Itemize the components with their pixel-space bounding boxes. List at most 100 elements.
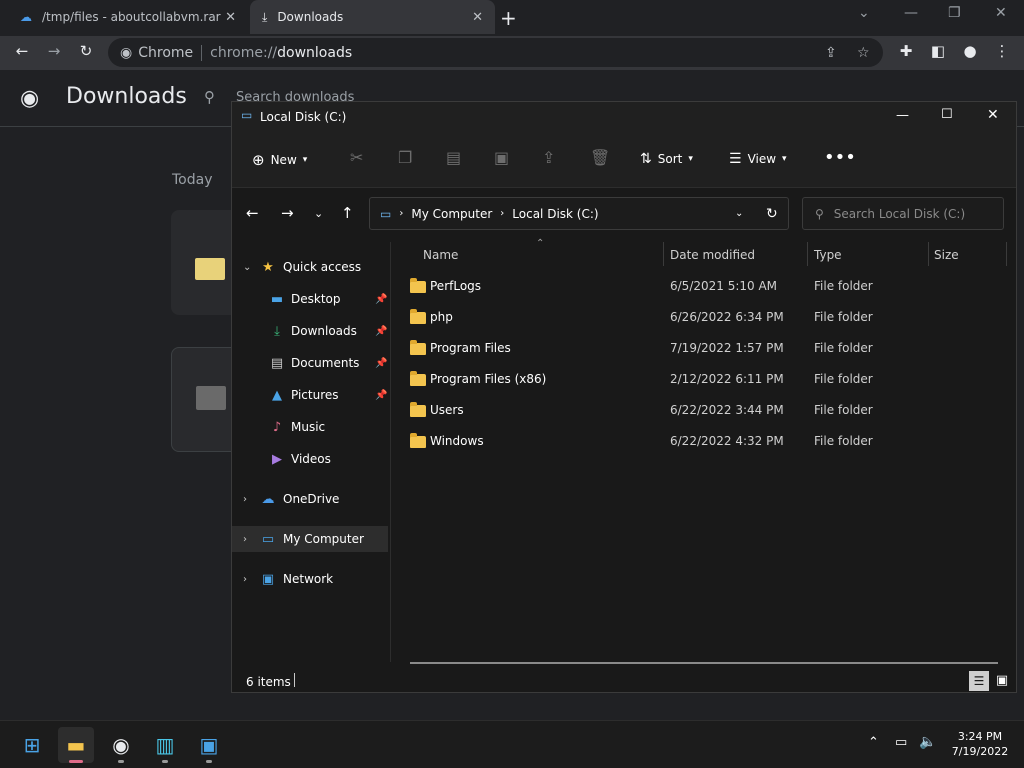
close-window-icon[interactable]: ✕ — [995, 5, 1007, 21]
rename-icon[interactable]: ▣ — [494, 148, 509, 167]
table-row[interactable]: Windows 6/22/2022 4:32 PM File folder — [410, 426, 1000, 457]
chevron-down-icon[interactable]: ⌄ — [243, 262, 251, 273]
back-icon[interactable]: ← — [12, 42, 32, 60]
forward-icon[interactable]: → — [281, 204, 294, 222]
table-row[interactable]: Users 6/22/2022 3:44 PM File folder — [410, 395, 1000, 426]
start-icon[interactable]: ⊞ — [14, 727, 50, 763]
profile-icon[interactable]: ● — [960, 42, 980, 60]
tiles-view-icon[interactable]: ▣ — [992, 671, 1012, 691]
chevron-down-icon[interactable]: ⌄ — [735, 208, 743, 219]
share-icon[interactable]: ⇪ — [542, 148, 555, 167]
share-icon[interactable]: ⇪ — [825, 45, 837, 61]
pin-icon[interactable]: 📌 — [375, 326, 387, 337]
page-title: Downloads — [66, 84, 187, 109]
nav-quick-access[interactable]: ⌄ ★ Quick access — [232, 254, 388, 280]
pin-icon[interactable]: 📌 — [375, 358, 387, 369]
maximize-icon[interactable]: ☐ — [941, 107, 953, 122]
system-clock[interactable]: 3:24 PM 7/19/2022 — [948, 729, 1012, 759]
network-status-icon[interactable]: ▭ — [895, 735, 907, 750]
column-divider[interactable] — [807, 242, 808, 266]
new-button[interactable]: ⊕ New ▾ — [252, 151, 307, 169]
pane-splitter[interactable] — [390, 242, 391, 662]
column-header-type[interactable]: Type — [814, 248, 842, 262]
tab-title: /tmp/files - aboutcollabvm.rar — [42, 10, 221, 24]
column-header-name[interactable]: Name — [423, 248, 458, 262]
column-divider[interactable] — [1006, 242, 1007, 266]
row-date: 2/12/2022 6:11 PM — [670, 372, 784, 386]
close-icon[interactable]: ✕ — [987, 107, 999, 123]
tab-tmp-files[interactable]: ☁ /tmp/files - aboutcollabvm.rar ✕ — [8, 0, 248, 34]
chevron-right-icon[interactable]: › — [243, 494, 247, 505]
view-button[interactable]: ☰ View ▾ — [729, 151, 787, 167]
running-indicator — [162, 760, 168, 763]
chevron-right-icon[interactable]: › — [243, 574, 247, 585]
picture-icon: ▲ — [272, 387, 282, 403]
new-tab-button[interactable]: + — [500, 6, 517, 30]
tab-close-icon[interactable]: ✕ — [472, 10, 483, 25]
nav-label: Quick access — [283, 260, 362, 274]
details-view-icon[interactable]: ☰ — [969, 671, 989, 691]
network-computer-icon[interactable]: ▣ — [191, 727, 227, 763]
clock-date: 7/19/2022 — [951, 745, 1009, 758]
delete-icon[interactable]: 🗑 — [590, 148, 610, 167]
breadcrumb-local-disk[interactable]: Local Disk (C:) — [512, 207, 598, 221]
nav-label: Network — [283, 572, 334, 586]
breadcrumb-separator: › — [399, 208, 404, 219]
active-indicator — [69, 760, 83, 763]
tab-search-icon[interactable]: ⌄ — [858, 5, 870, 21]
table-row[interactable]: PerfLogs 6/5/2021 5:10 AM File folder — [410, 271, 1000, 302]
sort-button[interactable]: ⇅ Sort ▾ — [640, 151, 693, 167]
column-header-size[interactable]: Size — [934, 248, 959, 262]
nav-item-downloads[interactable]: ⤓ Downloads 📌 — [232, 318, 388, 344]
tab-close-icon[interactable]: ✕ — [225, 10, 236, 25]
explorer-search-input[interactable]: ⚲ Search Local Disk (C:) — [802, 197, 1004, 230]
rar-file-icon — [196, 386, 226, 410]
column-divider[interactable] — [663, 242, 664, 266]
up-icon[interactable]: ↑ — [341, 204, 354, 222]
menu-icon[interactable]: ⋮ — [992, 42, 1012, 60]
paste-icon[interactable]: ▤ — [446, 148, 461, 167]
copy-icon[interactable]: ❐ — [398, 148, 412, 167]
nav-item-network[interactable]: › ▣ Network — [232, 566, 388, 592]
column-header-date[interactable]: Date modified — [670, 248, 755, 262]
tab-downloads[interactable]: ⤓ Downloads ✕ — [250, 0, 495, 34]
refresh-icon[interactable]: ↻ — [766, 206, 778, 222]
nav-item-desktop[interactable]: ▬ Desktop 📌 — [232, 286, 388, 312]
table-row[interactable]: Program Files (x86) 2/12/2022 6:11 PM Fi… — [410, 364, 1000, 395]
horizontal-scrollbar[interactable] — [410, 662, 998, 664]
chevron-right-icon[interactable]: › — [243, 534, 247, 545]
nav-item-documents[interactable]: ▤ Documents 📌 — [232, 350, 388, 376]
table-row[interactable]: Program Files 7/19/2022 1:57 PM File fol… — [410, 333, 1000, 364]
nav-item-music[interactable]: ♪ Music — [232, 414, 388, 440]
nav-item-pictures[interactable]: ▲ Pictures 📌 — [232, 382, 388, 408]
back-icon[interactable]: ← — [246, 204, 259, 222]
chevron-up-icon[interactable]: ⌃ — [868, 735, 879, 750]
side-panel-icon[interactable]: ◧ — [928, 42, 948, 60]
column-divider[interactable] — [928, 242, 929, 266]
cut-icon[interactable]: ✂ — [350, 148, 363, 167]
forward-icon[interactable]: → — [44, 42, 64, 60]
table-row[interactable]: php 6/26/2022 6:34 PM File folder — [410, 302, 1000, 333]
pin-icon[interactable]: 📌 — [375, 294, 387, 305]
restore-icon[interactable]: ❐ — [948, 5, 961, 21]
volume-icon[interactable]: 🔈 — [919, 734, 936, 750]
reload-icon[interactable]: ↻ — [76, 42, 96, 60]
download-icon: ⤓ — [274, 323, 280, 339]
explorer-address-bar[interactable]: ▭ › My Computer › Local Disk (C:) ⌄ ↻ — [369, 197, 789, 230]
nav-item-videos[interactable]: ▶ Videos — [232, 446, 388, 472]
nav-item-my-computer[interactable]: › ▭ My Computer — [232, 526, 388, 552]
pin-icon[interactable]: 📌 — [375, 390, 387, 401]
file-explorer-icon[interactable]: ▬ — [58, 727, 94, 763]
chrome-icon[interactable]: ◉ — [103, 727, 139, 763]
more-options-icon[interactable]: ••• — [824, 147, 856, 168]
breadcrumb-my-computer[interactable]: My Computer — [411, 207, 492, 221]
minimize-icon[interactable]: — — [896, 108, 909, 123]
extensions-icon[interactable]: ✚ — [896, 42, 916, 60]
recent-locations-icon[interactable]: ⌄ — [314, 207, 323, 220]
nav-item-onedrive[interactable]: › ☁ OneDrive — [232, 486, 388, 512]
minimize-icon[interactable]: — — [904, 5, 918, 21]
app-icon[interactable]: ▥ — [147, 727, 183, 763]
row-name: php — [430, 310, 453, 324]
address-bar[interactable]: ◉ Chrome chrome:// downloads ⇪ ☆ — [108, 38, 883, 67]
bookmark-star-icon[interactable]: ☆ — [857, 45, 870, 61]
